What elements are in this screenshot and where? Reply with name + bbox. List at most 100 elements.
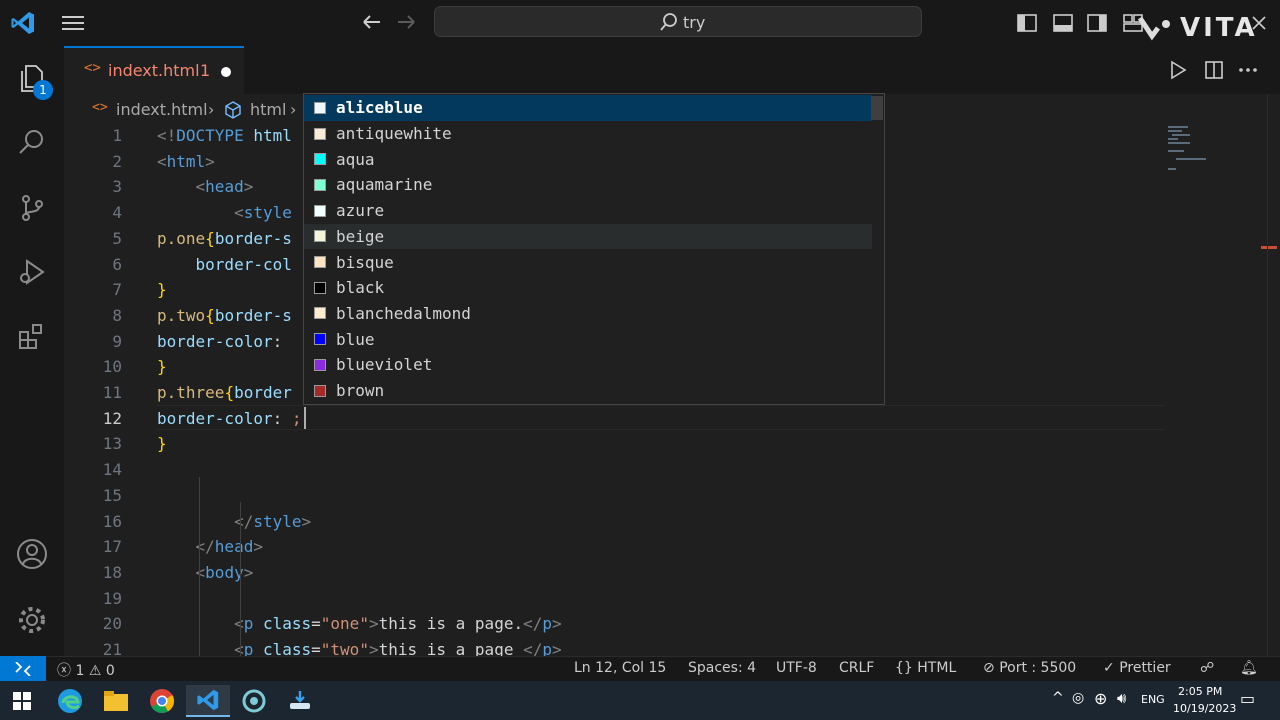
prettier-status[interactable]: ✓ Prettier [1103, 660, 1171, 676]
code-token: p.three [157, 383, 225, 402]
code-token: style [243, 203, 292, 223]
code-token: border-s [214, 305, 292, 325]
split-editor-icon[interactable] [1204, 60, 1224, 80]
toggle-panel-icon[interactable] [1052, 12, 1074, 34]
suggestion-item-antiquewhite[interactable]: antiquewhite [304, 121, 872, 147]
volume-icon[interactable]: 🔊︎ [1117, 689, 1126, 707]
suggestion-item-bisque[interactable]: bisque [304, 249, 872, 275]
back-arrow-icon[interactable] [360, 12, 382, 32]
suggestion-item-black[interactable]: black [304, 275, 872, 301]
network-globe-icon[interactable]: ⊕ [1094, 689, 1107, 708]
unsaved-dot-icon[interactable] [221, 67, 231, 77]
clock-date[interactable]: 10/19/2023 [1173, 702, 1236, 715]
line-number: 8 [112, 305, 122, 325]
code-text: <body> [157, 560, 254, 586]
input-language[interactable]: ENG [1141, 693, 1165, 706]
toggle-sidebar-icon[interactable] [1016, 12, 1038, 34]
live-server-port[interactable]: ⊘ Port : 5500 [983, 660, 1076, 676]
code-line[interactable]: 18 <body> [64, 560, 1164, 586]
line-number: 15 [102, 485, 122, 505]
code-line[interactable]: 14 [64, 457, 1164, 483]
line-ending[interactable]: CRLF [839, 660, 874, 676]
line-number: 3 [112, 177, 122, 197]
extensions-icon[interactable] [14, 318, 50, 354]
line-number: 9 [112, 331, 122, 351]
line-number: 16 [102, 511, 122, 531]
cursor-position[interactable]: Ln 12, Col 15 [574, 660, 666, 676]
code-token: < [157, 151, 167, 171]
suggestion-item-azure[interactable]: azure [304, 198, 872, 224]
suggestion-item-blanchedalmond[interactable]: blanchedalmond [304, 301, 872, 327]
breadcrumb-node[interactable]: html [250, 100, 286, 119]
indentation[interactable]: Spaces: 4 [688, 660, 756, 676]
line-number: 2 [112, 151, 122, 171]
code-line[interactable]: 17 </head> [64, 534, 1164, 560]
search-sidebar-icon[interactable] [14, 124, 50, 160]
breadcrumb-file-icon: <> [92, 100, 108, 115]
run-icon[interactable] [1168, 60, 1188, 80]
chrome-icon[interactable] [146, 685, 178, 717]
breadcrumb-file[interactable]: indext.html [116, 100, 208, 119]
source-control-icon[interactable] [14, 190, 50, 226]
suggestion-widget: aliceblue antiquewhite aqua aquamarine azure… [303, 93, 885, 405]
code-line[interactable]: 16 </style> [64, 509, 1164, 535]
feedback-icon[interactable]: ☍ [1200, 660, 1214, 676]
menu-icon[interactable] [62, 14, 84, 32]
suggestion-label: bisque [336, 252, 394, 272]
notifications-bell-icon[interactable]: 🔔︎ [1240, 660, 1258, 676]
code-line[interactable]: 15 [64, 483, 1164, 509]
suggestion-item-brown[interactable]: brown [304, 378, 872, 404]
suggestion-item-aquamarine[interactable]: aquamarine [304, 172, 872, 198]
location-icon[interactable]: ◎ [1072, 690, 1084, 706]
windows-taskbar: ^ ◎ ⊕ 🔊︎ ENG 2:05 PM 10/19/2023 ▭ [0, 681, 1280, 720]
suggestion-item-aqua[interactable]: aqua [304, 146, 872, 172]
suggestion-item-blueviolet[interactable]: blueviolet [304, 352, 872, 378]
activity-bar: 1 [0, 46, 64, 656]
line-number: 12 [102, 408, 122, 428]
toggle-secondary-sidebar-icon[interactable] [1086, 12, 1108, 34]
action-center-icon[interactable]: ▭ [1240, 689, 1255, 708]
color-swatch-icon [314, 204, 326, 217]
tab-indext-html[interactable]: <> indext.html 1 [64, 46, 244, 94]
screen-recorder-icon[interactable] [238, 685, 270, 717]
code-token: > [368, 614, 379, 634]
snipping-tool-icon[interactable] [284, 685, 316, 717]
warning-count: 0 [105, 663, 115, 679]
code-line[interactable]: 13} [64, 431, 1164, 457]
suggestion-item-beige[interactable]: beige [304, 223, 872, 250]
windows-start-icon[interactable] [6, 685, 38, 717]
language-mode[interactable]: {} HTML [895, 660, 956, 676]
suggestion-label: antiquewhite [336, 124, 452, 144]
code-line[interactable]: 19 [64, 586, 1164, 612]
edge-browser-icon[interactable] [54, 685, 86, 717]
breadcrumb-separator-icon: › [290, 100, 297, 119]
code-line[interactable]: 20 <p class="one">this is a page.</p> [64, 611, 1164, 637]
code-token: border-color [157, 331, 273, 351]
forward-arrow-icon[interactable] [396, 12, 418, 32]
suggestion-scrollbar-thumb[interactable] [871, 96, 883, 120]
accounts-icon[interactable] [14, 536, 50, 572]
remote-icon[interactable] [0, 656, 46, 681]
code-token: > [301, 511, 312, 531]
code-token: head [205, 177, 244, 197]
file-explorer-icon[interactable] [100, 685, 132, 717]
minimap[interactable] [1164, 124, 1224, 184]
line-number: 14 [102, 460, 122, 480]
settings-gear-icon[interactable] [14, 602, 50, 638]
suggestion-item-aliceblue[interactable]: aliceblue [304, 95, 872, 121]
show-hidden-icons-icon[interactable]: ^ [1052, 690, 1064, 706]
run-debug-icon[interactable] [14, 254, 50, 290]
problems-indicator[interactable]: ⓧ 1 ⚠ 0 [57, 660, 115, 680]
clock-time[interactable]: 2:05 PM [1178, 685, 1222, 698]
encoding[interactable]: UTF-8 [776, 660, 817, 676]
editor-scrollbar[interactable] [1267, 94, 1280, 656]
command-center-search[interactable]: try [434, 6, 922, 37]
vscode-taskbar-icon[interactable] [186, 685, 230, 717]
suggestion-label: brown [336, 381, 385, 401]
code-token: style [253, 511, 302, 531]
suggestion-item-blue[interactable]: blue [304, 326, 872, 352]
more-actions-icon[interactable] [1238, 60, 1258, 80]
close-window-icon[interactable] [1250, 14, 1268, 32]
vscode-logo-icon[interactable] [10, 10, 36, 36]
